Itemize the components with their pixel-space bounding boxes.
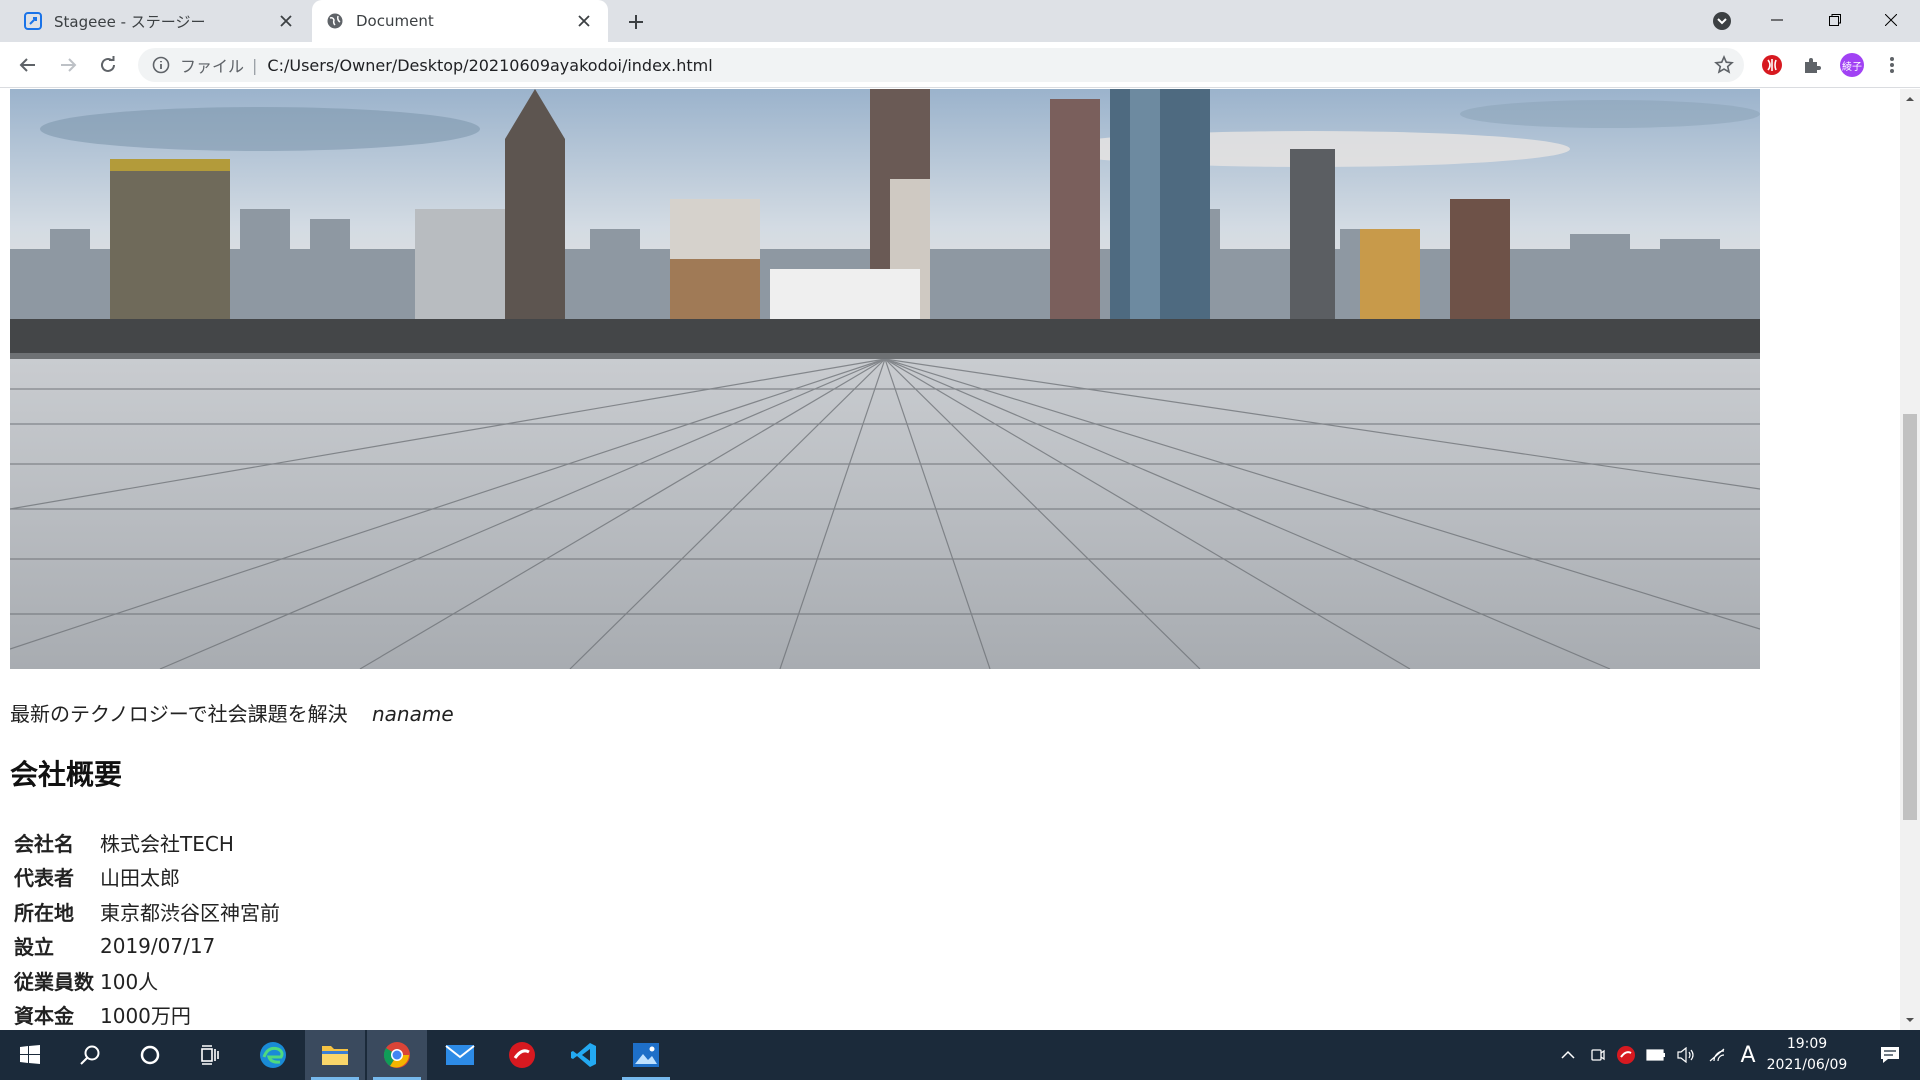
- cortana-button[interactable]: [120, 1030, 180, 1080]
- windows-taskbar: A 19:09 2021/06/09: [0, 1030, 1920, 1080]
- globe-icon: [327, 13, 343, 29]
- input-method-indicator[interactable]: A: [1734, 1030, 1762, 1080]
- security-tray-icon[interactable]: [1614, 1030, 1638, 1080]
- trend-micro-icon: [509, 1042, 535, 1068]
- info-icon[interactable]: [152, 56, 170, 74]
- vscode-icon: [571, 1043, 596, 1067]
- close-icon: [1885, 14, 1897, 26]
- row-label: 所在地: [14, 900, 74, 925]
- scheme-label: ファイル: [180, 57, 245, 76]
- table-row: 資本金 1000万円: [14, 998, 280, 1031]
- close-tab-icon[interactable]: [276, 11, 296, 31]
- scroll-down-arrow-icon[interactable]: [1904, 1014, 1916, 1026]
- city-skyline-hero-image: [10, 89, 1760, 669]
- vertical-scrollbar[interactable]: [1900, 89, 1920, 1030]
- photos-app-button[interactable]: [616, 1030, 676, 1080]
- file-explorer-app-button[interactable]: [305, 1030, 365, 1080]
- close-tab-icon[interactable]: [574, 11, 594, 31]
- scroll-up-arrow-icon[interactable]: [1904, 93, 1916, 105]
- chrome-app-button[interactable]: [367, 1030, 427, 1080]
- restore-button[interactable]: [1806, 0, 1864, 40]
- row-label: 資本金: [14, 1004, 74, 1029]
- tab-document[interactable]: Document: [312, 0, 608, 42]
- battery-icon[interactable]: [1644, 1030, 1668, 1080]
- system-clock[interactable]: 19:09 2021/06/09: [1762, 1034, 1852, 1076]
- menu-kebab-icon[interactable]: [1880, 53, 1904, 77]
- row-label: 従業員数: [14, 969, 94, 994]
- table-row: 所在地 東京都渋谷区神宮前: [14, 894, 280, 929]
- security-extension-icon[interactable]: [1760, 53, 1784, 77]
- new-tab-button[interactable]: [622, 8, 650, 36]
- mail-envelope-icon: [445, 1045, 475, 1065]
- task-view-button[interactable]: [180, 1030, 240, 1080]
- search-icon: [80, 1045, 100, 1065]
- search-button[interactable]: [60, 1030, 120, 1080]
- reload-button[interactable]: [92, 49, 124, 81]
- row-value: 株式会社TECH: [100, 831, 234, 856]
- vscode-app-button[interactable]: [554, 1030, 614, 1080]
- scrollbar-thumb[interactable]: [1903, 414, 1917, 820]
- wifi-icon[interactable]: [1706, 1030, 1730, 1080]
- folder-icon: [322, 1046, 348, 1065]
- tab-search-icon[interactable]: [1712, 11, 1732, 31]
- row-label: 代表者: [14, 866, 74, 891]
- table-row: 従業員数 100人: [14, 963, 280, 998]
- notification-icon: [1881, 1047, 1899, 1063]
- start-button[interactable]: [0, 1030, 60, 1080]
- row-label: 設立: [14, 935, 54, 960]
- meet-now-icon[interactable]: [1586, 1030, 1610, 1080]
- bookmark-star-icon[interactable]: [1714, 55, 1734, 75]
- volume-icon[interactable]: [1674, 1030, 1698, 1080]
- show-hidden-icons-chevron-icon[interactable]: [1556, 1030, 1580, 1080]
- tagline: 最新のテクノロジーで社会課題を解決 naname: [10, 698, 454, 727]
- minimize-button[interactable]: [1748, 0, 1806, 40]
- company-info-table: 会社名 株式会社TECH 代表者 山田太郎 所在地 東京都渋谷区神宮前 設立 2…: [10, 825, 284, 1030]
- brand-name: naname: [371, 702, 454, 726]
- clock-date: 2021/06/09: [1766, 1057, 1848, 1073]
- mail-app-button[interactable]: [430, 1030, 490, 1080]
- browser-toolbar: ファイル | C:/Users/Owner/Desktop/20210609ay…: [0, 42, 1920, 88]
- row-value: 1000万円: [100, 1004, 191, 1029]
- address-separator: |: [252, 55, 258, 75]
- edge-app-button[interactable]: [243, 1030, 303, 1080]
- url-text[interactable]: C:/Users/Owner/Desktop/20210609ayakodoi/…: [267, 56, 712, 75]
- tab-title: Document: [356, 12, 434, 30]
- row-label: 会社名: [14, 831, 74, 856]
- extensions-puzzle-icon[interactable]: [1800, 53, 1824, 77]
- close-window-button[interactable]: [1862, 0, 1920, 40]
- reload-icon: [101, 56, 115, 72]
- company-overview-heading: 会社概要: [10, 758, 123, 791]
- plus-icon: [629, 15, 643, 29]
- row-value: 100人: [100, 969, 159, 994]
- tab-stageee[interactable]: Stageee - ステージー: [10, 0, 310, 42]
- task-view-icon: [201, 1045, 219, 1065]
- cortana-circle-icon: [140, 1045, 160, 1065]
- tab-strip: Stageee - ステージー Document: [0, 0, 1920, 42]
- restore-icon: [1829, 14, 1841, 26]
- security-app-button[interactable]: [492, 1030, 552, 1080]
- table-row: 設立 2019/07/17: [14, 929, 280, 964]
- minimize-icon: [1771, 19, 1783, 21]
- stageee-favicon-icon: [24, 12, 42, 30]
- arrow-left-icon: [19, 58, 35, 72]
- action-center-button[interactable]: [1862, 1030, 1918, 1080]
- clock-time: 19:09: [1786, 1036, 1828, 1052]
- back-button[interactable]: [12, 49, 44, 81]
- chrome-browser-icon: [383, 1042, 410, 1068]
- profile-avatar[interactable]: 綾子: [1840, 53, 1864, 77]
- photos-icon: [633, 1043, 659, 1067]
- windows-logo-icon: [20, 1045, 40, 1064]
- table-row: 会社名 株式会社TECH: [14, 825, 280, 860]
- edge-browser-icon: [260, 1042, 286, 1068]
- row-value: 山田太郎: [100, 866, 180, 891]
- arrow-right-icon: [61, 58, 77, 72]
- address-bar[interactable]: ファイル | C:/Users/Owner/Desktop/20210609ay…: [138, 48, 1744, 82]
- tab-title: Stageee - ステージー: [54, 12, 206, 31]
- row-value: 東京都渋谷区神宮前: [100, 900, 280, 925]
- forward-button[interactable]: [52, 49, 84, 81]
- page-viewport: 最新のテクノロジーで社会課題を解決 naname 会社概要 会社名 株式会社TE…: [0, 89, 1900, 1030]
- row-value: 2019/07/17: [100, 933, 216, 958]
- table-row: 代表者 山田太郎: [14, 860, 280, 895]
- tagline-text: 最新のテクノロジーで社会課題を解決: [10, 702, 348, 726]
